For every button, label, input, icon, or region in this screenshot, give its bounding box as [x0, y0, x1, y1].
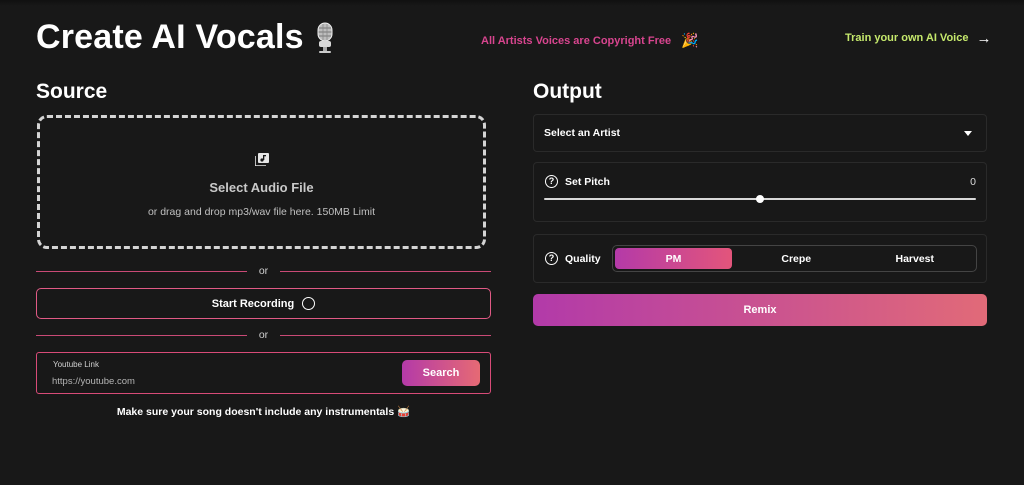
youtube-link-field: Youtube Link Search — [36, 352, 491, 394]
youtube-link-label: Youtube Link — [53, 360, 99, 369]
divider-or: or — [36, 328, 491, 342]
source-heading: Source — [36, 80, 108, 103]
pitch-panel: ? Set Pitch 0 — [533, 162, 987, 222]
warning-text: Make sure your song doesn't include any … — [116, 406, 395, 418]
start-recording-button[interactable]: Start Recording — [36, 288, 491, 319]
divider-line — [280, 334, 491, 336]
arrow-right-icon: → — [976, 29, 992, 47]
quality-segmented-control: PM Crepe Harvest — [612, 245, 977, 272]
pitch-label-text: Set Pitch — [565, 175, 610, 188]
audio-file-dropzone[interactable]: Select Audio File or drag and drop mp3/w… — [37, 115, 486, 249]
search-button[interactable]: Search — [402, 360, 480, 386]
party-popper-icon: 🎉 — [681, 32, 699, 48]
promo-text: All Artists Voices are Copyright Free — [481, 34, 672, 47]
train-voice-label: Train your own AI Voice — [845, 32, 969, 44]
artist-select[interactable]: Select an Artist — [533, 114, 987, 152]
train-voice-link[interactable]: Train your own AI Voice → — [845, 29, 992, 47]
artist-select-value: Select an Artist — [544, 127, 621, 139]
divider-line — [36, 270, 247, 272]
dropzone-title: Select Audio File — [209, 179, 314, 195]
quality-label-text: Quality — [565, 252, 601, 265]
divider-or: or — [36, 264, 491, 278]
pitch-label: ? Set Pitch — [545, 175, 610, 188]
dropzone-subtitle: or drag and drop mp3/wav file here. 150M… — [147, 205, 376, 218]
drum-icon: 🥁 — [397, 406, 411, 418]
divider-text: or — [258, 329, 269, 341]
quality-option-pm[interactable]: PM — [615, 248, 732, 269]
copyright-free-banner: All Artists Voices are Copyright Free 🎉 — [481, 32, 699, 49]
caret-down-icon — [964, 130, 972, 136]
pitch-slider-thumb[interactable] — [756, 195, 764, 203]
top-shadow — [0, 0, 1024, 6]
instrumentals-warning: Make sure your song doesn't include any … — [0, 405, 527, 418]
page-title: Create AI Vocals — [36, 18, 336, 57]
quality-panel: ? Quality PM Crepe Harvest — [533, 234, 987, 283]
quality-option-harvest[interactable]: Harvest — [856, 248, 975, 269]
quality-label: ? Quality — [545, 252, 601, 265]
music-file-icon — [254, 152, 269, 166]
quality-option-crepe[interactable]: Crepe — [737, 248, 856, 269]
divider-text: or — [258, 265, 269, 277]
divider-line — [36, 334, 247, 336]
circle-record-icon — [302, 297, 316, 310]
divider-line — [280, 270, 491, 272]
output-heading: Output — [533, 80, 602, 103]
start-recording-label: Start Recording — [211, 297, 295, 310]
pitch-value: 0 — [970, 176, 976, 188]
page-title-text: Create AI Vocals — [36, 18, 304, 56]
remix-button[interactable]: Remix — [533, 294, 987, 326]
microphone-icon — [317, 22, 333, 53]
youtube-link-input[interactable] — [52, 373, 382, 389]
question-circle-icon[interactable]: ? — [545, 175, 558, 188]
question-circle-icon[interactable]: ? — [545, 252, 558, 265]
